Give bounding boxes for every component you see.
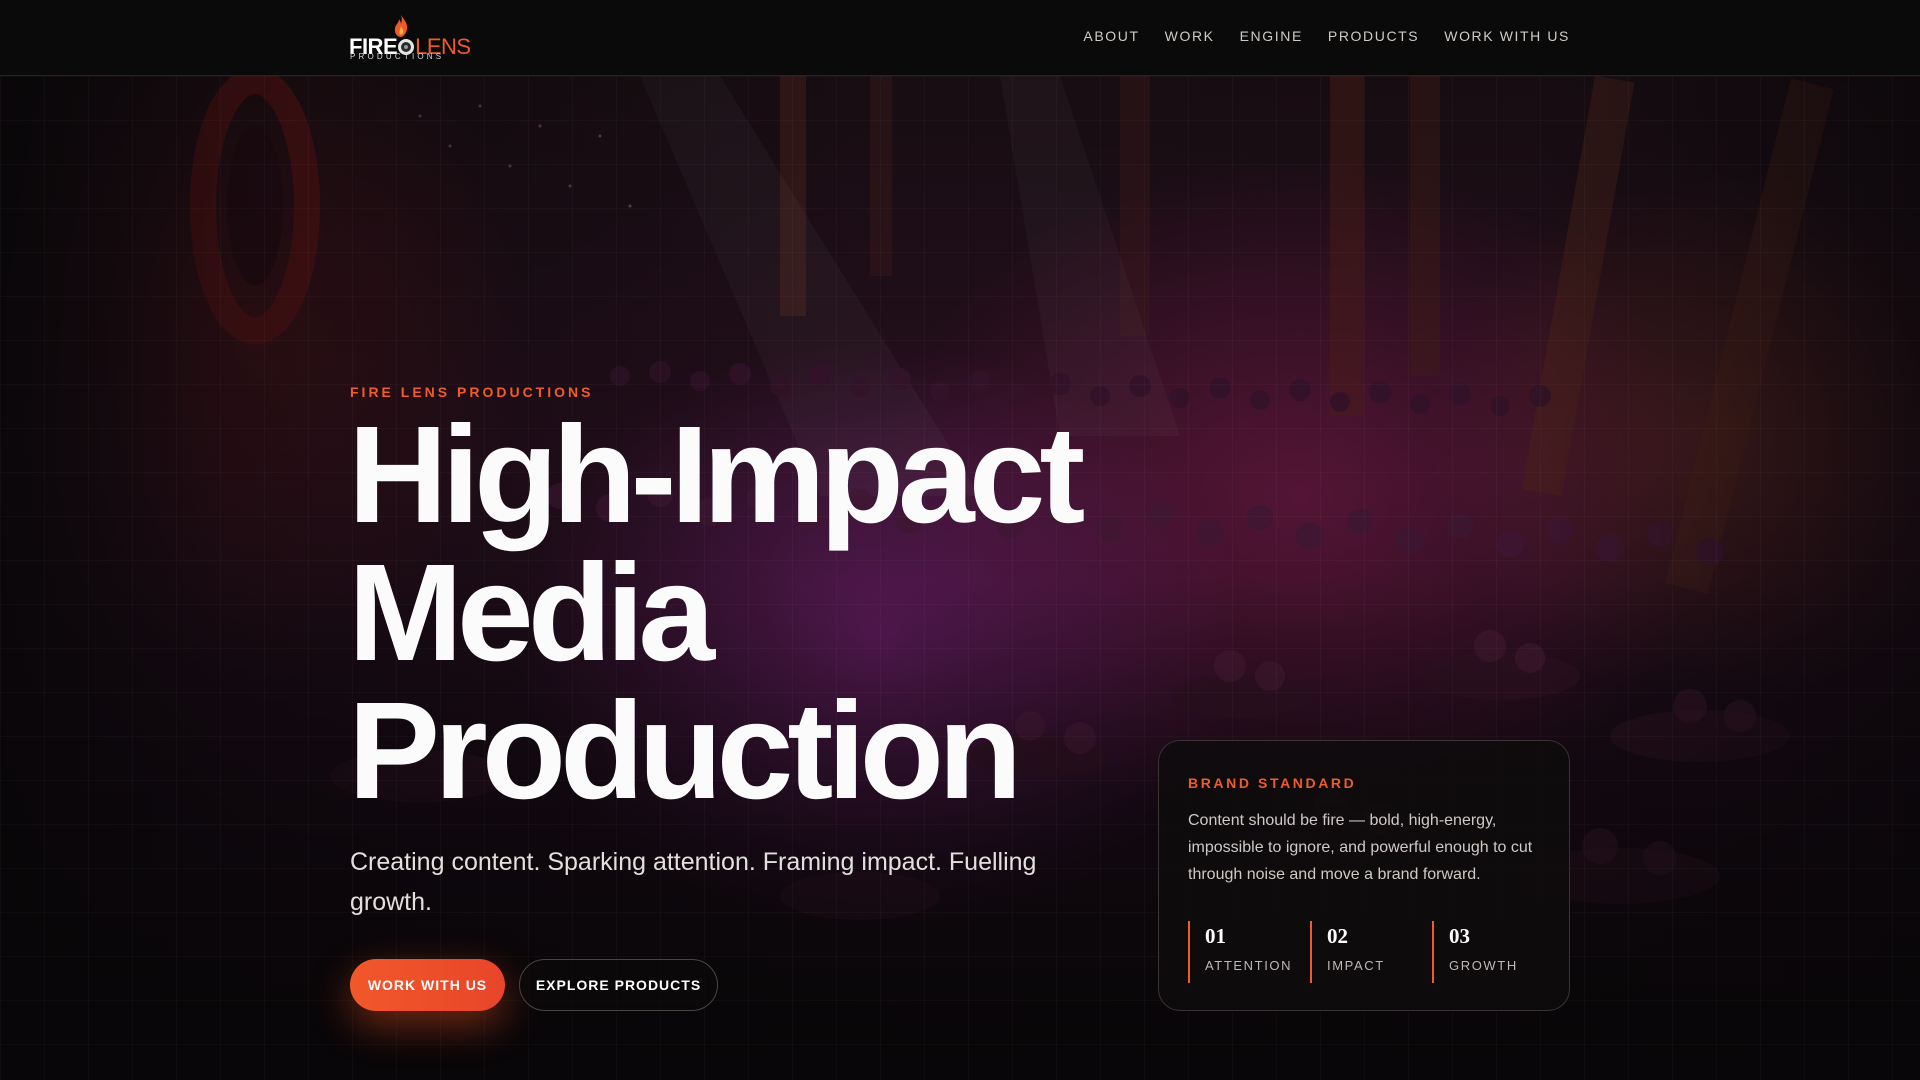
card-title: BRAND STANDARD	[1188, 775, 1357, 791]
stat-impact: 02 IMPACT	[1310, 921, 1385, 983]
stat-label: GROWTH	[1449, 958, 1518, 973]
nav-item-products[interactable]: PRODUCTS	[1328, 28, 1419, 44]
headline-line-3: Production	[348, 674, 1022, 828]
stat-number: 02	[1327, 924, 1348, 948]
headline-line-1: High-Impact	[348, 398, 1085, 552]
nav-item-about[interactable]: ABOUT	[1083, 28, 1139, 44]
stat-attention: 01 ATTENTION	[1188, 921, 1292, 983]
site-header: FIRE LENS PRODUCTIONS ABOUT WORK ENGINE P…	[0, 0, 1920, 76]
explore-products-button[interactable]: EXPLORE PRODUCTS	[519, 959, 718, 1011]
brand-standard-card: BRAND STANDARD Content should be fire — …	[1158, 740, 1570, 1011]
stat-label: IMPACT	[1327, 958, 1385, 973]
stat-number: 01	[1205, 924, 1226, 948]
stat-label: ATTENTION	[1205, 958, 1293, 973]
stat-number: 03	[1449, 924, 1470, 948]
hero-headline: High-Impact Media Production	[348, 406, 1108, 820]
card-body: Content should be fire — bold, high-ener…	[1188, 812, 1533, 883]
main-nav: ABOUT WORK ENGINE PRODUCTS WORK WITH US	[1058, 28, 1570, 44]
stat-growth: 03 GROWTH	[1432, 921, 1518, 983]
hero-subhead: Creating content. Sparking attention. Fr…	[350, 848, 1037, 916]
nav-item-work-with-us[interactable]: WORK WITH US	[1444, 28, 1570, 44]
nav-item-work[interactable]: WORK	[1165, 28, 1215, 44]
logo-tagline: PRODUCTIONS	[350, 52, 445, 61]
nav-item-engine[interactable]: ENGINE	[1240, 28, 1303, 44]
fire-lens-logo[interactable]: FIRE LENS PRODUCTIONS	[349, 14, 471, 62]
headline-line-2: Media	[348, 536, 715, 690]
work-with-us-button[interactable]: WORK WITH US	[350, 959, 505, 1011]
page: FIRE LENS PRODUCTIONS ABOUT WORK ENGINE P…	[0, 0, 1920, 1080]
